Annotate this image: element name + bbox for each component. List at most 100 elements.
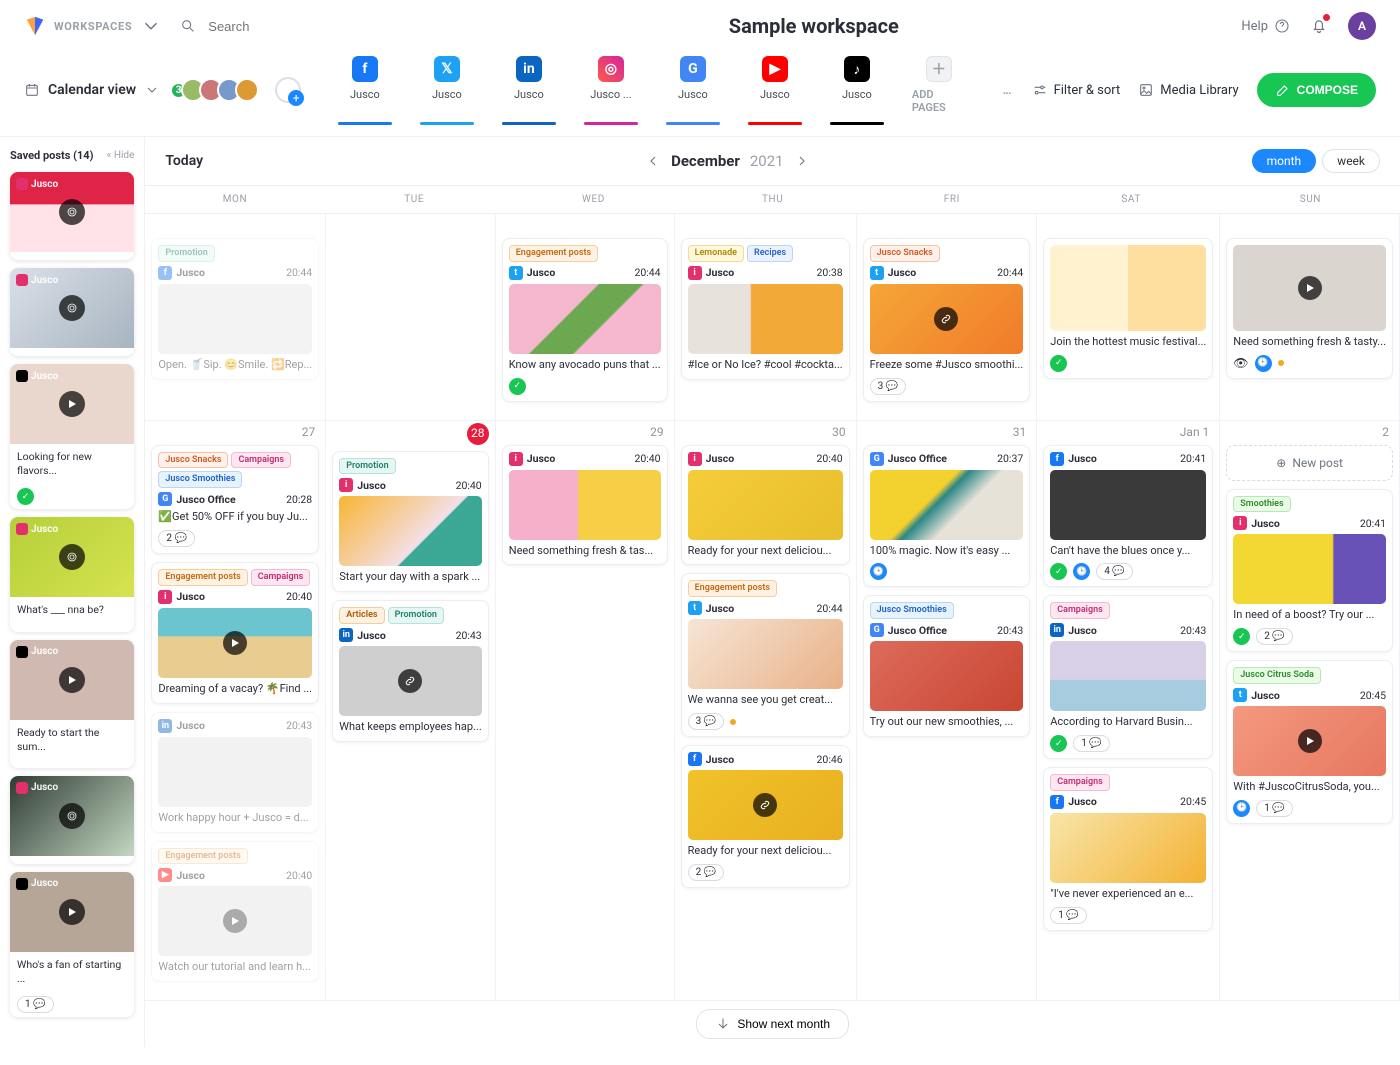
post-card[interactable]: Engagement postst Jusco20:44Know any avo… bbox=[502, 238, 668, 402]
post-caption: Ready for your next deliciou... bbox=[688, 844, 843, 859]
calendar-cell[interactable]: Promotionf Jusco20:44Open. 🥤Sip. 😊Smile.… bbox=[145, 214, 326, 421]
new-post-button[interactable]: ⊕ New post bbox=[1226, 445, 1393, 481]
approved-badge: ✓ bbox=[1050, 355, 1067, 372]
logo-icon bbox=[24, 15, 46, 37]
post-card[interactable]: Join the hottest music festival...✓ bbox=[1043, 238, 1213, 379]
channel-tab-ig[interactable]: ◎Jusco ... bbox=[584, 56, 638, 124]
calendar-cell[interactable]: 28Promotioni Jusco20:40Start your day wi… bbox=[326, 421, 496, 1002]
month-pill[interactable]: month bbox=[1252, 149, 1317, 173]
target-icon bbox=[59, 803, 85, 829]
compose-label: COMPOSE bbox=[1297, 83, 1358, 97]
chevron-left-icon[interactable] bbox=[645, 153, 661, 169]
channel-tab-tw[interactable]: 𝕏Jusco bbox=[420, 56, 474, 124]
compose-button[interactable]: COMPOSE bbox=[1257, 73, 1376, 107]
post-card[interactable]: Promotioni Jusco20:40Start your day with… bbox=[332, 451, 489, 593]
saved-post[interactable]: Jusco bbox=[10, 172, 134, 260]
more-menu[interactable]: … bbox=[1003, 83, 1014, 97]
filter-sort[interactable]: Filter & sort bbox=[1032, 82, 1121, 98]
calendar-cell[interactable]: 2⊕ New postSmoothiesi Jusco20:41In need … bbox=[1220, 421, 1400, 1002]
comment-count: 3 💬 bbox=[870, 378, 907, 395]
saved-post[interactable]: Jusco bbox=[10, 776, 134, 864]
calendar-cell[interactable]: Join the hottest music festival...✓ bbox=[1037, 214, 1220, 421]
help-link[interactable]: Help bbox=[1241, 18, 1290, 34]
calendar-cell[interactable]: 31G Jusco Office20:37100% magic. Now it'… bbox=[857, 421, 1038, 1002]
channel-tab-yt[interactable]: ▶Jusco bbox=[748, 56, 802, 124]
post-card[interactable]: Engagement postsCampaignsi Jusco20:40Dre… bbox=[151, 562, 319, 704]
saved-post[interactable]: JuscoReady to start the sum... bbox=[10, 640, 134, 768]
calendar-cell[interactable]: LemonadeRecipesi Jusco20:38#Ice or No Ic… bbox=[675, 214, 857, 421]
view-switcher[interactable]: Calendar view bbox=[24, 82, 160, 98]
week-pill[interactable]: week bbox=[1322, 149, 1380, 173]
post-card[interactable]: Campaignsf Jusco20:45"I've never experie… bbox=[1043, 767, 1213, 931]
saved-post[interactable]: JuscoWho's a fan of starting ...1 💬 bbox=[10, 872, 134, 1017]
saved-post-caption: Ready to start the sum... bbox=[10, 720, 134, 760]
workspace-title: Sample workspace bbox=[404, 14, 1223, 38]
saved-post[interactable]: Jusco bbox=[10, 268, 134, 356]
post-card[interactable]: f Jusco20:41Can't have the blues once y.… bbox=[1043, 445, 1213, 588]
tag-pill: Jusco Smoothies bbox=[870, 602, 954, 619]
post-caption: In need of a boost? Try our ... bbox=[1233, 608, 1386, 623]
post-time: 20:28 bbox=[286, 493, 312, 506]
calendar-cell[interactable]: 29i Jusco20:40Need something fresh & tas… bbox=[496, 421, 675, 1002]
hide-sidebar[interactable]: « Hide bbox=[107, 150, 135, 161]
calendar-cell[interactable]: Engagement postst Jusco20:44Know any avo… bbox=[496, 214, 675, 421]
calendar-cell[interactable]: Jan 1f Jusco20:41Can't have the blues on… bbox=[1037, 421, 1220, 1002]
add-pages-button[interactable]: ＋ADD PAGES bbox=[912, 56, 966, 124]
edit-icon bbox=[1275, 82, 1291, 98]
search-input[interactable] bbox=[206, 18, 386, 35]
search[interactable] bbox=[180, 18, 386, 35]
post-card[interactable]: Jusco Citrus Sodat Jusco20:45With #Jusco… bbox=[1226, 660, 1393, 824]
post-time: 20:45 bbox=[1360, 689, 1386, 702]
tag-pill: Engagement posts bbox=[158, 848, 247, 865]
calendar-cell[interactable]: 27Jusco SnacksCampaignsJusco SmoothiesG … bbox=[145, 421, 326, 1002]
media-library[interactable]: Media Library bbox=[1138, 82, 1238, 98]
dow-label: FRI bbox=[862, 186, 1041, 213]
calendar-cell[interactable]: 30i Jusco20:40Ready for your next delici… bbox=[675, 421, 857, 1002]
tag-pill: Campaigns bbox=[231, 452, 291, 469]
tag-pill: Jusco Smoothies bbox=[158, 471, 242, 488]
calendar-cell[interactable]: Jusco Snackst Jusco20:44Freeze some #Jus… bbox=[857, 214, 1038, 421]
channel-tab-g[interactable]: GJusco bbox=[666, 56, 720, 124]
post-card[interactable]: Engagement posts▶ Jusco20:40Watch our tu… bbox=[151, 841, 319, 983]
post-card[interactable]: f Jusco20:46Ready for your next deliciou… bbox=[681, 745, 850, 888]
chevron-right-icon[interactable] bbox=[794, 153, 810, 169]
post-card[interactable]: Engagement postst Jusco20:44We wanna see… bbox=[681, 573, 850, 737]
post-card[interactable]: Smoothiesi Jusco20:41In need of a boost?… bbox=[1226, 489, 1393, 653]
calendar-cell[interactable] bbox=[326, 214, 496, 421]
post-card[interactable]: Jusco Snackst Jusco20:44Freeze some #Jus… bbox=[863, 238, 1031, 402]
post-card[interactable]: Promotionf Jusco20:44Open. 🥤Sip. 😊Smile.… bbox=[151, 238, 319, 380]
calendar-cell[interactable]: Need something fresh & tasty...👁🕒 bbox=[1220, 214, 1400, 421]
post-card[interactable]: Jusco SnacksCampaignsJusco SmoothiesG Ju… bbox=[151, 445, 319, 554]
post-time: 20:40 bbox=[634, 452, 660, 465]
li-icon: in bbox=[516, 56, 542, 82]
post-card[interactable]: in Jusco20:43Work happy hour + Jusco = d… bbox=[151, 712, 319, 833]
post-thumbnail bbox=[339, 496, 482, 566]
post-thumbnail bbox=[1050, 245, 1206, 331]
post-card[interactable]: G Jusco Office20:37100% magic. Now it's … bbox=[863, 445, 1031, 588]
avatar[interactable]: A bbox=[1348, 12, 1376, 40]
channel-tab-tk[interactable]: ♪Jusco bbox=[830, 56, 884, 124]
saved-post[interactable]: JuscoLooking for new flavors...✓ bbox=[10, 364, 134, 509]
channel-tab-li[interactable]: inJusco bbox=[502, 56, 556, 124]
post-card[interactable]: LemonadeRecipesi Jusco20:38#Ice or No Ic… bbox=[681, 238, 850, 380]
post-card[interactable]: i Jusco20:40Need something fresh & tas..… bbox=[502, 445, 668, 566]
post-card[interactable]: Need something fresh & tasty...👁🕒 bbox=[1226, 238, 1393, 379]
notifications[interactable] bbox=[1310, 16, 1328, 37]
post-card[interactable]: Campaignsin Jusco20:43According to Harva… bbox=[1043, 595, 1213, 759]
post-card[interactable]: Jusco SmoothiesG Jusco Office20:43Try ou… bbox=[863, 595, 1031, 737]
post-card[interactable]: ArticlesPromotionin Jusco20:43What keeps… bbox=[332, 600, 489, 742]
play-icon bbox=[59, 667, 85, 693]
approved-badge: ✓ bbox=[1050, 563, 1067, 580]
logo[interactable]: WORKSPACES bbox=[24, 15, 162, 37]
post-card[interactable]: i Jusco20:40Ready for your next deliciou… bbox=[681, 445, 850, 566]
tk-icon: ♪ bbox=[844, 56, 870, 82]
today-button[interactable]: Today bbox=[165, 153, 203, 169]
add-collaborator[interactable] bbox=[275, 77, 301, 103]
show-next-month[interactable]: Show next month bbox=[696, 1009, 849, 1039]
channel-tab-fb[interactable]: fJusco bbox=[338, 56, 392, 124]
play-icon bbox=[223, 909, 247, 933]
arrow-down-icon bbox=[715, 1016, 731, 1032]
saved-post[interactable]: JuscoWhat's ___ nna be? bbox=[10, 517, 134, 631]
collab-avatars[interactable]: 3 bbox=[176, 78, 259, 102]
saved-post-caption: What's ___ nna be? bbox=[10, 597, 134, 623]
